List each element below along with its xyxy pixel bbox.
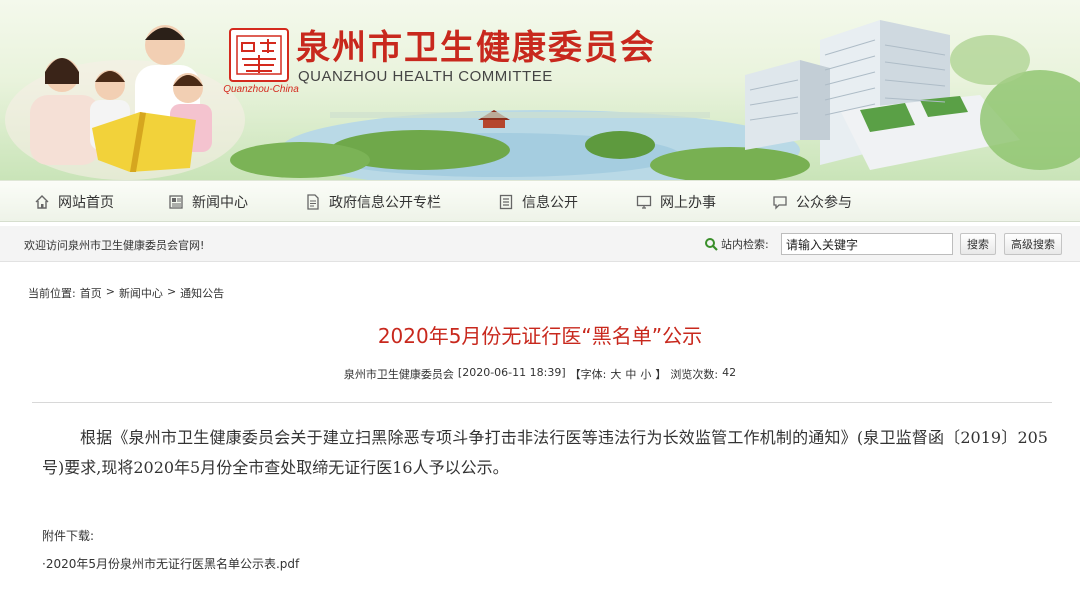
breadcrumb-separator: >: [105, 285, 115, 298]
breadcrumb-link-home[interactable]: 首页: [80, 285, 102, 301]
document-icon: [305, 193, 321, 210]
home-icon: [34, 194, 50, 210]
article-title: 2020年5月份无证行医“黑名单”公示: [377, 324, 703, 348]
view-count-label: 浏览次数:: [670, 368, 719, 381]
monitor-icon: [636, 194, 652, 210]
welcome-search-bar: 欢迎访问泉州市卫生健康委员会官网! 站内检索: 搜索 高级搜索: [0, 226, 1080, 262]
logo-seal-icon: [236, 35, 282, 75]
font-size-medium-link[interactable]: 中: [625, 366, 636, 382]
content-divider: [32, 402, 1052, 403]
main-navigation: 网站首页 新闻中心 政府信息公开专栏 信息公开 网上办事 公众参与: [0, 180, 1080, 222]
attachment-label: 附件下载:: [42, 529, 95, 543]
search-button[interactable]: 搜索: [960, 233, 996, 255]
nav-item-label: 网站首页: [58, 194, 114, 211]
article-date: [2020-06-11 18:39]: [457, 366, 566, 379]
font-size-small-link[interactable]: 小: [640, 366, 651, 382]
nav-item-online-services[interactable]: 网上办事: [636, 181, 716, 222]
list-icon: [498, 194, 514, 210]
header-banner: Quanzhou-China 泉州市卫生健康委员会 QUANZHOU HEALT…: [0, 0, 1080, 180]
logo-seal[interactable]: [229, 28, 289, 82]
site-subtitle: QUANZHOU HEALTH COMMITTEE: [298, 68, 553, 85]
breadcrumb-link-news[interactable]: 新闻中心: [119, 285, 163, 301]
font-size-label: 【字体:: [569, 368, 607, 381]
search-input[interactable]: [781, 233, 953, 255]
font-size-close: 】: [655, 368, 667, 381]
nav-item-info-disclosure[interactable]: 信息公开: [498, 181, 578, 222]
advanced-search-button[interactable]: 高级搜索: [1004, 233, 1062, 255]
nav-item-label: 网上办事: [660, 194, 716, 211]
nav-item-news[interactable]: 新闻中心: [168, 181, 248, 222]
nav-item-label: 公众参与: [796, 194, 852, 211]
breadcrumb-link-notices[interactable]: 通知公告: [180, 285, 224, 301]
nav-item-gov-info-column[interactable]: 政府信息公开专栏: [305, 181, 441, 222]
newspaper-icon: [168, 194, 184, 210]
search-label: 站内检索:: [721, 238, 769, 251]
welcome-text: 欢迎访问泉州市卫生健康委员会官网!: [24, 239, 205, 252]
article-source: 泉州市卫生健康委员会: [343, 368, 454, 381]
breadcrumb-prefix: 当前位置:: [28, 287, 76, 300]
nav-item-label: 政府信息公开专栏: [329, 194, 441, 211]
logo-caption: Quanzhou-China: [223, 84, 299, 95]
article-body: 根据《泉州市卫生健康委员会关于建立扫黑除恶专项斗争打击非法行医等违法行为长效监管…: [42, 428, 1048, 477]
breadcrumb-separator: >: [166, 285, 177, 298]
font-size-large-link[interactable]: 大: [610, 366, 621, 382]
nav-item-home[interactable]: 网站首页: [34, 181, 114, 222]
article-meta: 泉州市卫生健康委员会 [2020-06-11 18:39] 【字体: 大 中 小…: [0, 366, 1080, 382]
nav-item-public-participation[interactable]: 公众参与: [772, 181, 852, 222]
nav-item-label: 信息公开: [522, 194, 578, 211]
chat-icon: [772, 194, 788, 210]
view-count: 42: [722, 366, 737, 379]
attachment-download-link[interactable]: ·2020年5月份泉州市无证行医黑名单公示表.pdf: [42, 555, 299, 572]
nav-item-label: 新闻中心: [192, 194, 248, 211]
site-title: 泉州市卫生健康委员会: [296, 28, 656, 68]
search-icon: [704, 236, 718, 251]
breadcrumb: 当前位置: 首页 > 新闻中心 > 通知公告: [28, 285, 224, 301]
